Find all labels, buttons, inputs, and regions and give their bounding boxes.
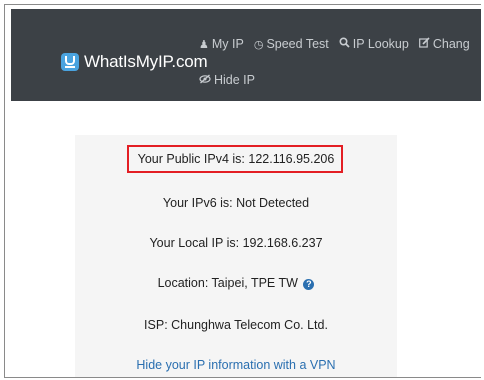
browser-viewport: WhatIsMyIP.com ♟ My IP ◷ Speed Test IP L… xyxy=(4,4,481,378)
nav-hide-ip[interactable]: Hide IP xyxy=(199,73,255,87)
ip-info-card: Your Public IPv4 is: 122.116.95.206 Your… xyxy=(75,135,397,377)
nav-my-ip[interactable]: ♟ My IP xyxy=(199,37,244,51)
nav-speed-test[interactable]: ◷ Speed Test xyxy=(254,37,329,51)
nav-links: ♟ My IP ◷ Speed Test IP Lookup Chang xyxy=(199,37,480,51)
public-ipv4-text: Your Public IPv4 is: 122.116.95.206 xyxy=(137,152,335,166)
question-circle-icon[interactable]: ? xyxy=(303,279,315,290)
nav-change-label: Chang xyxy=(432,37,470,51)
nav-ip-lookup[interactable]: IP Lookup xyxy=(339,37,409,51)
nav-hide-ip-label: Hide IP xyxy=(214,73,255,87)
nav-my-ip-label: My IP xyxy=(211,37,244,51)
location-text: Location: Taipei, TPE TW xyxy=(157,276,298,290)
nav-speed-test-label: Speed Test xyxy=(266,37,329,51)
hide-ip-vpn-link[interactable]: Hide your IP information with a VPN xyxy=(75,358,397,372)
gauge-icon: ◷ xyxy=(253,38,264,51)
location-row: Location: Taipei, TPE TW ? xyxy=(75,276,397,290)
nav-ip-lookup-label: IP Lookup xyxy=(352,37,409,51)
whatismyip-logo-icon xyxy=(61,53,79,71)
eye-slash-icon xyxy=(199,74,211,87)
search-icon xyxy=(339,37,350,51)
local-ip-text: Your Local IP is: 192.168.6.237 xyxy=(149,236,323,250)
nav-change[interactable]: Chang xyxy=(418,37,470,51)
top-navbar: WhatIsMyIP.com ♟ My IP ◷ Speed Test IP L… xyxy=(11,9,481,101)
user-icon: ♟ xyxy=(199,38,209,51)
isp-text: ISP: Chunghwa Telecom Co. Ltd. xyxy=(144,318,328,332)
edit-icon xyxy=(418,37,430,51)
brand-logo-link[interactable]: WhatIsMyIP.com xyxy=(61,49,208,75)
brand-name: WhatIsMyIP.com xyxy=(84,52,208,71)
ipv6-text: Your IPv6 is: Not Detected xyxy=(162,196,310,210)
